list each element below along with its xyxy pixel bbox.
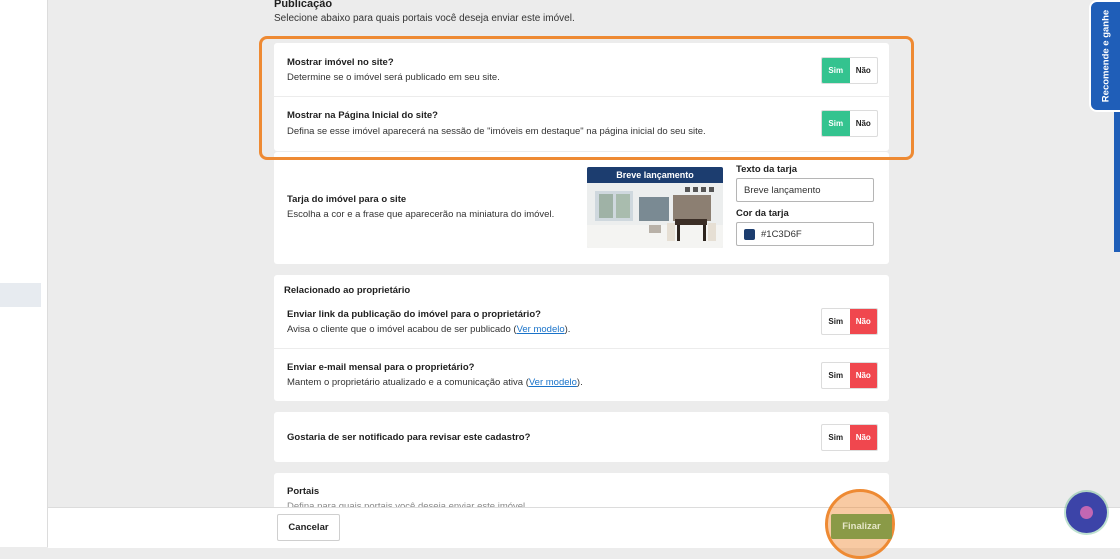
review-no[interactable]: Não — [849, 425, 877, 450]
tarja-text-value: Breve lançamento — [744, 184, 821, 196]
portais-title: Portais — [287, 486, 320, 497]
monthly-email-no[interactable]: Não — [849, 363, 877, 388]
color-swatch-icon — [744, 228, 755, 240]
send-link-desc: Avisa o cliente que o imóvel acabou de s… — [287, 324, 570, 335]
section-title: Publicação — [274, 0, 333, 10]
monthly-email-desc-end: ). — [576, 377, 583, 388]
proprietario-card: Relacionado ao proprietário Enviar link … — [274, 275, 889, 401]
show-on-home-no[interactable]: Não — [850, 111, 878, 136]
show-on-site-desc: Determine se o imóvel será publicado em … — [287, 72, 500, 83]
tarja-color-label: Cor da tarja — [736, 208, 789, 219]
section-subtitle: Selecione abaixo para quais portais você… — [274, 13, 575, 24]
send-link-row: Enviar link da publicação do imóvel para… — [274, 295, 889, 348]
tarja-text-label: Texto da tarja — [736, 164, 798, 175]
monthly-email-yes[interactable]: Sim — [822, 363, 850, 388]
chat-bubble-dot — [1080, 506, 1093, 519]
tarja-preview-image: Breve lançamento — [587, 167, 723, 248]
send-link-yes[interactable]: Sim — [822, 309, 850, 334]
review-toggle: Sim Não — [821, 424, 878, 451]
review-card: Gostaria de ser notificado para revisar … — [274, 412, 889, 462]
show-on-site-row: Mostrar imóvel no site? Determine se o i… — [274, 43, 889, 96]
send-link-no[interactable]: Não — [849, 309, 877, 334]
show-on-home-title: Mostrar na Página Inicial do site? — [287, 110, 438, 121]
show-on-site-toggle: Sim Não — [821, 57, 878, 84]
review-title: Gostaria de ser notificado para revisar … — [287, 432, 531, 443]
monthly-email-desc: Mantem o proprietário atualizado e a com… — [287, 377, 583, 388]
send-link-desc-end: ). — [564, 324, 571, 335]
send-link-toggle: Sim Não — [821, 308, 878, 335]
tarja-band: Breve lançamento — [587, 167, 723, 183]
monthly-email-desc-text: Mantem o proprietário atualizado e a com… — [287, 377, 529, 388]
site-settings-card: Mostrar imóvel no site? Determine se o i… — [274, 43, 889, 151]
review-yes[interactable]: Sim — [822, 425, 850, 450]
show-on-site-title: Mostrar imóvel no site? — [287, 57, 394, 68]
footer-bar — [48, 507, 1120, 548]
send-link-title: Enviar link da publicação do imóvel para… — [287, 309, 541, 320]
tarja-text-input[interactable]: Breve lançamento — [736, 178, 874, 202]
send-link-desc-text: Avisa o cliente que o imóvel acabou de s… — [287, 324, 517, 335]
finish-button[interactable]: Finalizar — [831, 514, 892, 539]
show-on-site-no[interactable]: Não — [850, 58, 878, 83]
show-on-home-yes[interactable]: Sim — [822, 111, 850, 136]
monthly-email-toggle: Sim Não — [821, 362, 878, 389]
monthly-email-title: Enviar e-mail mensal para o proprietário… — [287, 362, 475, 373]
cancel-button[interactable]: Cancelar — [277, 514, 340, 541]
monthly-email-ver-modelo-link[interactable]: Ver modelo — [529, 377, 577, 388]
show-on-home-toggle: Sim Não — [821, 110, 878, 137]
right-scroll-accent — [1114, 112, 1120, 252]
main-content: Publicação Selecione abaixo para quais p… — [0, 0, 1120, 559]
show-on-home-row: Mostrar na Página Inicial do site? Defin… — [274, 96, 889, 152]
show-on-site-yes[interactable]: Sim — [822, 58, 850, 83]
recommend-side-tab-label: Recomende e ganhe — [1100, 9, 1111, 103]
show-on-home-desc: Defina se esse imóvel aparecerá na sessã… — [287, 126, 706, 137]
tarja-color-value: #1C3D6F — [761, 228, 802, 240]
tarja-color-input[interactable]: #1C3D6F — [736, 222, 874, 246]
recommend-side-tab[interactable]: Recomende e ganhe — [1089, 0, 1120, 112]
chat-bubble-icon[interactable] — [1066, 492, 1107, 533]
monthly-email-row: Enviar e-mail mensal para o proprietário… — [274, 348, 889, 402]
send-link-ver-modelo-link[interactable]: Ver modelo — [517, 324, 565, 335]
tarja-desc: Escolha a cor e a frase que aparecerão n… — [287, 209, 555, 220]
tarja-title: Tarja do imóvel para o site — [287, 194, 407, 205]
